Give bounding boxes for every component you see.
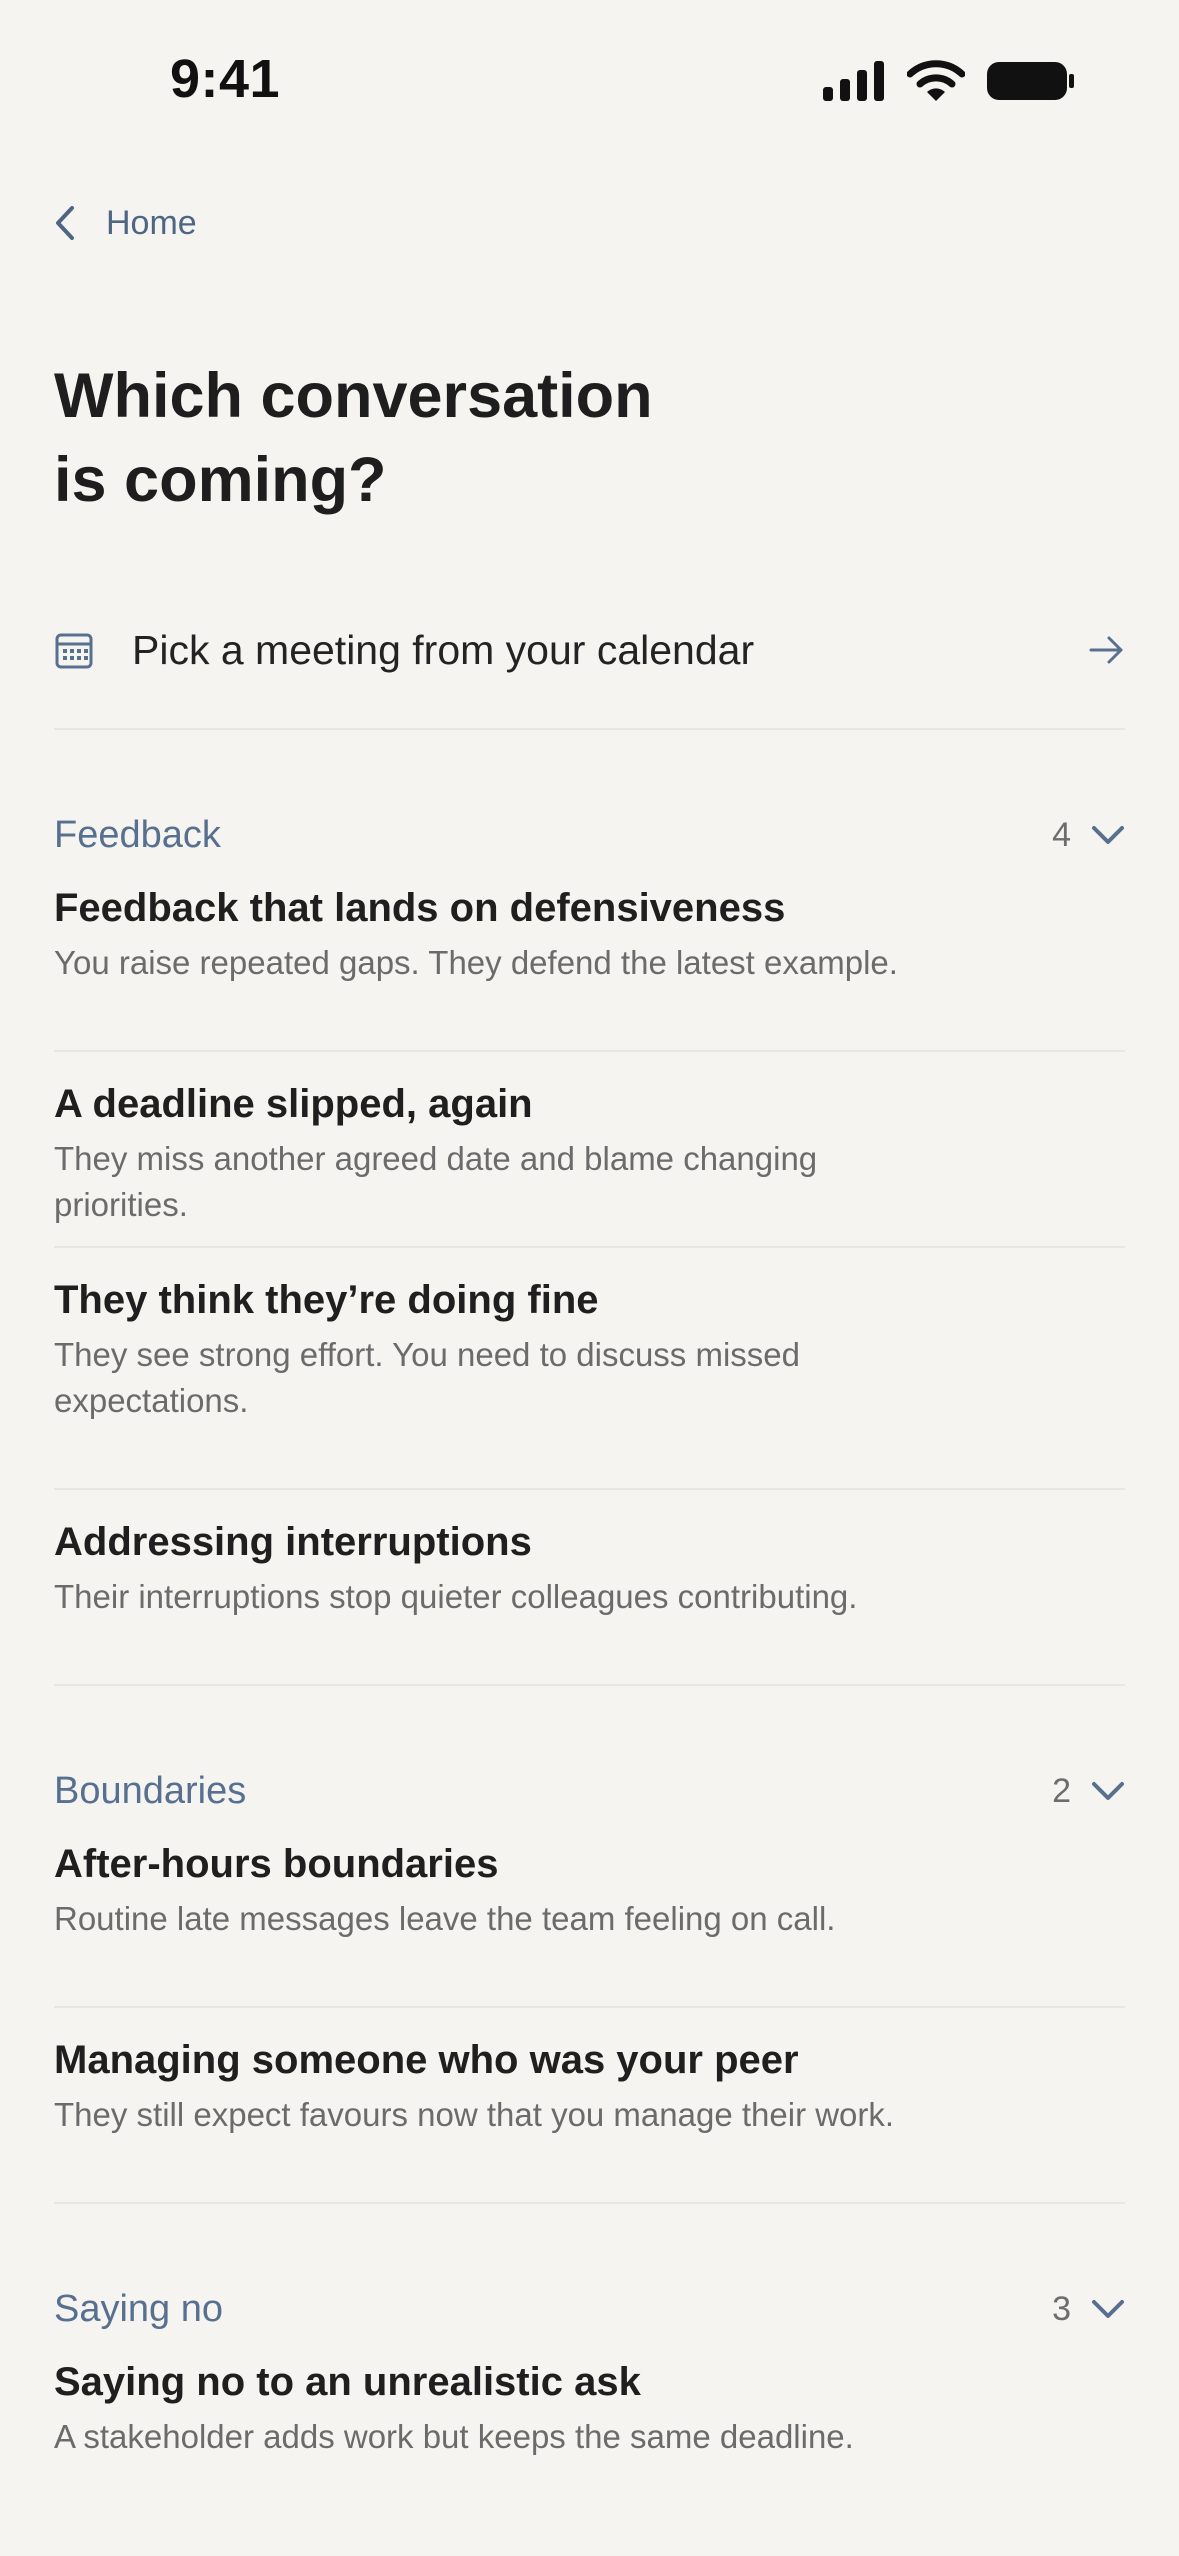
list-item[interactable]: A deadline slipped, again They miss anot… [54, 1052, 1125, 1248]
page-title-line1: Which conversation [54, 361, 653, 431]
calendar-icon [55, 633, 93, 669]
item-description: They still expect favours now that you m… [54, 2096, 895, 2133]
section-count: 4 [1052, 815, 1071, 854]
section-count: 2 [1052, 1771, 1071, 1810]
item-description: They see strong effort. You need to disc… [54, 1336, 800, 1419]
item-title: They think they’re doing fine [54, 1278, 599, 1322]
calendar-picker-row[interactable]: Pick a meeting from your calendar [54, 578, 1125, 730]
section-title: Feedback [54, 813, 221, 856]
chevron-down-icon [1092, 826, 1124, 844]
list-item[interactable]: Feedback that lands on defensiveness You… [54, 856, 1125, 1052]
main-content: Home Which conversation is coming? Pick … [54, 190, 1125, 2526]
section-title: Saying no [54, 2287, 224, 2330]
list-item[interactable]: They think they’re doing fine They see s… [54, 1248, 1125, 1490]
status-time: 9:41 [170, 49, 281, 109]
status-icons [823, 60, 1075, 102]
list-item[interactable]: After-hours boundaries Routine late mess… [54, 1812, 1125, 2008]
page-title: Which conversation is coming? [54, 354, 814, 522]
item-title: A deadline slipped, again [54, 1082, 533, 1126]
chevron-down-icon [1092, 2300, 1124, 2318]
back-button[interactable]: Home [54, 190, 1125, 256]
item-title: After-hours boundaries [54, 1842, 499, 1886]
chevron-left-icon [56, 206, 74, 240]
arrow-right-icon [1089, 636, 1123, 664]
item-title: Managing someone who was your peer [54, 2038, 799, 2082]
wifi-icon [907, 60, 965, 101]
item-description: They miss another agreed date and blame … [54, 1140, 818, 1223]
list-item[interactable]: Addressing interruptions Their interrupt… [54, 1490, 1125, 1686]
section-title: Boundaries [54, 1769, 247, 1812]
item-description: Routine late messages leave the team fee… [54, 1900, 836, 1937]
item-description: Their interruptions stop quieter colleag… [54, 1578, 858, 1615]
signal-icon [823, 61, 884, 101]
battery-icon [987, 62, 1074, 100]
item-title: Addressing interruptions [54, 1520, 532, 1564]
item-description: A stakeholder adds work but keeps the sa… [54, 2418, 854, 2455]
back-label: Home [106, 203, 197, 242]
item-description: You raise repeated gaps. They defend the… [54, 944, 898, 981]
list-item[interactable]: Saying no to an unrealistic ask A stakeh… [54, 2330, 1125, 2526]
list-item[interactable]: Managing someone who was your peer They … [54, 2008, 1125, 2204]
page-title-line2: is coming? [54, 445, 387, 515]
item-title: Feedback that lands on defensiveness [54, 886, 786, 930]
status-bar: 9:41 [0, 0, 1179, 170]
calendar-picker-label: Pick a meeting from your calendar [132, 626, 755, 673]
chevron-down-icon [1092, 1782, 1124, 1800]
section-count: 3 [1052, 2289, 1071, 2328]
item-title: Saying no to an unrealistic ask [54, 2360, 641, 2404]
